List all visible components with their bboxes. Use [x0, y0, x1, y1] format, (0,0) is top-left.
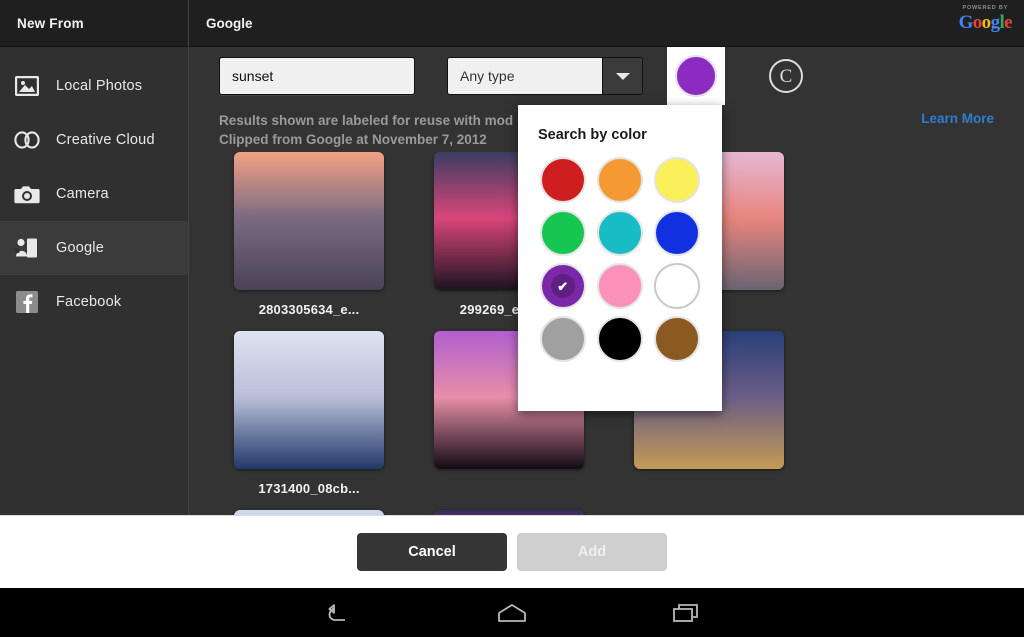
thumbnail-image [234, 152, 384, 290]
result-label: 1731400_08cb... [258, 481, 359, 496]
color-swatch-pink[interactable] [597, 263, 643, 309]
notice-text-block: Results shown are labeled for reuse with… [219, 111, 513, 149]
color-swatch-green[interactable] [540, 210, 586, 256]
selected-indicator: ✔ [551, 274, 575, 298]
sidebar-item-creative-cloud[interactable]: Creative Cloud [0, 113, 188, 167]
color-swatch-blue[interactable] [654, 210, 700, 256]
android-navigation-bar [0, 588, 1024, 637]
color-swatch-brown[interactable] [654, 316, 700, 362]
color-filter-button[interactable] [667, 47, 725, 105]
copyright-filter-icon[interactable]: C [769, 59, 803, 93]
color-swatch-cell [534, 210, 591, 256]
image-type-select-value: Any type [448, 58, 602, 94]
color-swatch-grid: ✔ [518, 143, 722, 362]
color-swatch-gray[interactable] [540, 316, 586, 362]
sidebar-header: New From [0, 0, 188, 47]
thumbnail-image [234, 331, 384, 469]
color-swatch-cell [649, 263, 706, 309]
color-swatch-cell [649, 210, 706, 256]
result-label: 2803305634_e... [259, 302, 360, 317]
google-wordmark: Google [959, 12, 1012, 33]
image-type-select[interactable]: Any type [447, 57, 643, 95]
result-item[interactable]: 1731400_08cb... [209, 331, 409, 496]
sidebar-item-camera[interactable]: Camera [0, 167, 188, 221]
sidebar-item-label: Google [56, 240, 104, 256]
color-swatch-white[interactable] [654, 263, 700, 309]
back-button[interactable] [251, 588, 425, 637]
learn-more-link[interactable]: Learn More [921, 111, 994, 126]
app-root: New From Local Photos [0, 0, 1024, 637]
sidebar: New From Local Photos [0, 0, 188, 515]
color-swatch-cell [649, 316, 706, 362]
logo-letter-6: e [1004, 12, 1012, 33]
result-thumbnail[interactable] [234, 331, 384, 469]
color-swatch-cell [591, 316, 648, 362]
copyright-glyph: C [780, 67, 793, 86]
sidebar-list: Local Photos Creative Cloud [0, 47, 188, 329]
color-swatch-orange[interactable] [597, 157, 643, 203]
sidebar-item-local-photos[interactable]: Local Photos [0, 59, 188, 113]
cancel-button[interactable]: Cancel [357, 533, 507, 571]
sidebar-item-facebook[interactable]: Facebook [0, 275, 188, 329]
logo-letter-2: o [973, 12, 982, 33]
page-title: Google [206, 16, 253, 31]
camera-icon [14, 181, 40, 207]
logo-letter-1: G [959, 12, 973, 33]
color-swatch-teal[interactable] [597, 210, 643, 256]
popup-title: Search by color [518, 105, 722, 143]
selected-color-swatch [675, 55, 717, 97]
facebook-icon [14, 289, 40, 315]
notice-line-1: Results shown are labeled for reuse with… [219, 111, 513, 130]
color-swatch-cell [534, 316, 591, 362]
color-swatch-yellow[interactable] [654, 157, 700, 203]
color-swatch-cell [591, 263, 648, 309]
logo-letter-3: o [982, 12, 991, 33]
color-swatch-cell [534, 157, 591, 203]
recents-button[interactable] [599, 588, 773, 637]
color-swatch-cell [591, 210, 648, 256]
search-input[interactable] [219, 57, 415, 95]
powered-by-google-logo: POWERED BY Google [959, 6, 1012, 32]
result-item[interactable]: 2803305634_e... [209, 152, 409, 317]
google-images-icon [14, 235, 40, 261]
result-thumbnail[interactable] [234, 152, 384, 290]
color-swatch-red[interactable] [540, 157, 586, 203]
color-swatch-black[interactable] [597, 316, 643, 362]
color-swatch-purple[interactable]: ✔ [540, 263, 586, 309]
color-swatch-cell: ✔ [534, 263, 591, 309]
dialog-footer: Cancel Add [0, 515, 1024, 588]
main-header: Google POWERED BY Google [189, 0, 1024, 47]
color-swatch-cell [649, 157, 706, 203]
photo-icon [14, 73, 40, 99]
color-swatch-cell [591, 157, 648, 203]
creative-cloud-icon [14, 127, 40, 153]
notice-line-2: Clipped from Google at November 7, 2012 [219, 130, 513, 149]
sidebar-item-label: Camera [56, 186, 109, 202]
search-toolbar: Any type C [189, 47, 1024, 105]
sidebar-header-title: New From [17, 16, 84, 31]
search-by-color-popup: Search by color ✔ [518, 105, 722, 411]
sidebar-item-label: Creative Cloud [56, 132, 155, 148]
check-icon: ✔ [557, 280, 568, 293]
sidebar-item-label: Local Photos [56, 78, 142, 94]
sidebar-item-label: Facebook [56, 294, 121, 310]
add-button[interactable]: Add [517, 533, 667, 571]
sidebar-item-google[interactable]: Google [0, 221, 188, 275]
chevron-down-icon [602, 58, 642, 94]
home-button[interactable] [425, 588, 599, 637]
